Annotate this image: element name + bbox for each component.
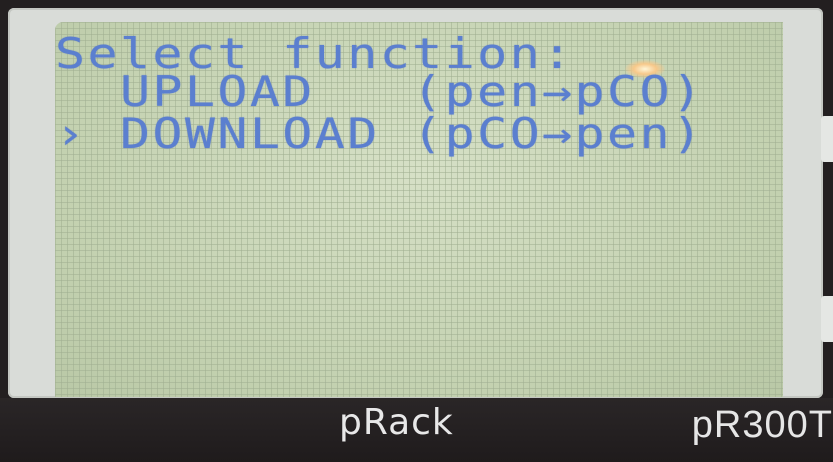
display-bezel: Select function: UPLOAD (pen→pCO) › DOWN… (8, 8, 823, 398)
menu-item-download[interactable]: › DOWNLOAD (pCO→pen) (55, 113, 704, 155)
brand-logo: pRack (339, 402, 454, 443)
prack-controller-display: Select function: UPLOAD (pen→pCO) › DOWN… (0, 0, 833, 462)
side-button-lower[interactable] (821, 296, 833, 342)
menu-item-upload[interactable]: UPLOAD (pen→pCO) (55, 71, 704, 113)
side-button-upper[interactable] (821, 116, 833, 162)
lcd-screen: Select function: UPLOAD (pen→pCO) › DOWN… (55, 22, 783, 397)
model-label: pR300T (691, 404, 833, 446)
